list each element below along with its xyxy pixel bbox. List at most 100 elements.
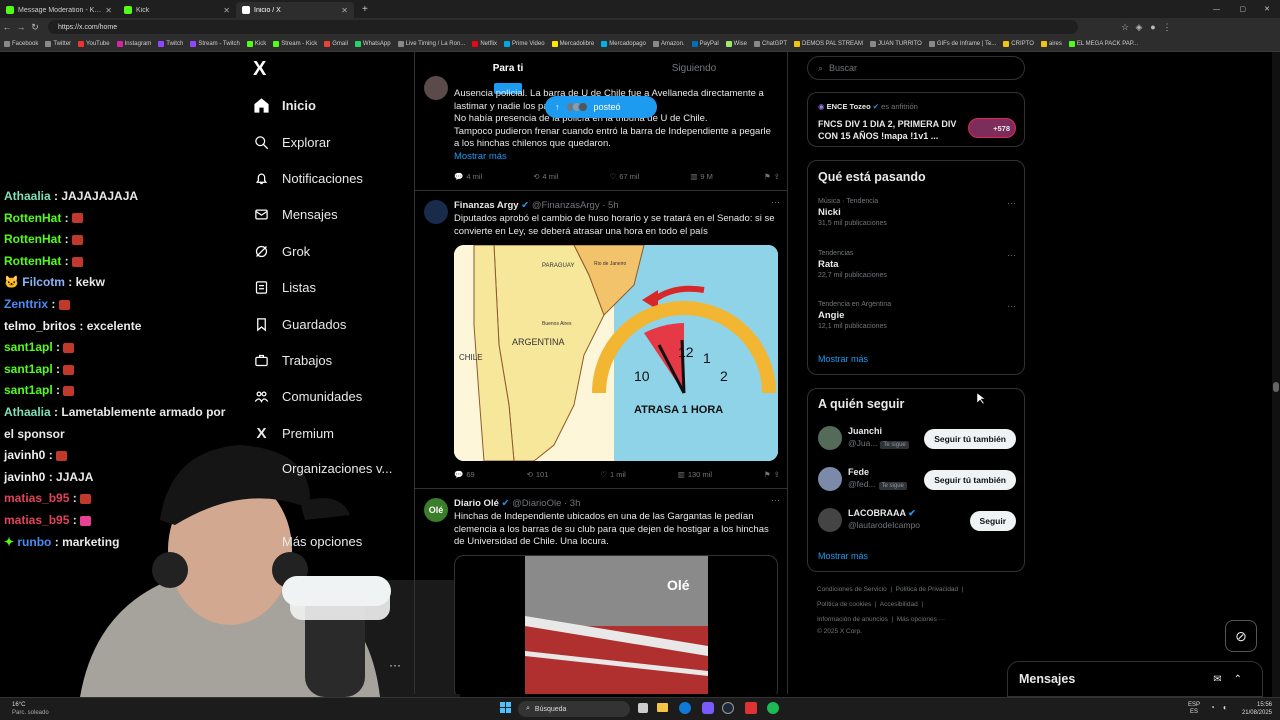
bookmark[interactable]: Gmail <box>324 40 348 47</box>
avatar[interactable] <box>818 467 842 491</box>
bookmark[interactable]: Twitch <box>158 40 183 47</box>
tab-siguiendo[interactable]: Siguiendo <box>601 52 787 86</box>
search-box[interactable]: ⌕ Buscar <box>807 56 1025 80</box>
close-icon[interactable]: ✕ <box>341 6 348 15</box>
menu-icon[interactable]: ⋮ <box>1160 22 1174 33</box>
file-explorer-icon[interactable] <box>657 703 668 712</box>
grok-float-button[interactable]: ⊘ <box>1225 620 1257 652</box>
bookmark[interactable]: ChatGPT <box>754 40 787 47</box>
nav-premium[interactable]: X Premium <box>253 425 334 442</box>
weather-widget[interactable]: 16°C Parc. soleado <box>12 701 49 717</box>
new-tab-icon[interactable]: + <box>362 4 368 15</box>
share-icon[interactable]: ⇪ <box>774 470 780 479</box>
show-more-link[interactable]: Mostrar más <box>818 354 868 364</box>
trend-item[interactable]: Tendencia en Argentina Angie 12,1 mil pu… <box>818 301 1016 330</box>
author-handle[interactable]: @FinanzasArgy · 5h <box>532 200 619 211</box>
app-icon[interactable] <box>745 702 757 714</box>
chat-username[interactable]: RottenHat <box>4 211 61 225</box>
forward-icon[interactable]: → <box>14 22 28 32</box>
footer-link[interactable]: Condiciones de Servicio <box>817 586 887 593</box>
trend-item[interactable]: Música · Tendencia Nicki 31,5 mil public… <box>818 198 1016 227</box>
x-logo[interactable]: X <box>253 58 266 81</box>
avatar[interactable] <box>424 200 448 224</box>
volume-icon[interactable]: ◖ <box>1222 703 1227 712</box>
follow-back-button[interactable]: Seguir tú también <box>924 470 1016 490</box>
nav-notificaciones[interactable]: Notificaciones <box>253 170 363 187</box>
close-window-icon[interactable]: ✕ <box>1264 5 1270 13</box>
bookmark[interactable]: EL MEGA PACK PAP... <box>1068 40 1138 47</box>
chat-username[interactable]: RottenHat <box>4 232 61 246</box>
repost-button[interactable]: ⟲ 101 <box>527 470 549 479</box>
bookmark[interactable]: Wise <box>725 40 747 47</box>
bookmark[interactable]: Stream - Twitch <box>190 40 240 47</box>
bookmark[interactable]: Facebook <box>4 40 38 47</box>
more-options-icon[interactable]: ··· <box>771 197 780 207</box>
url-field[interactable]: https://x.com/home <box>48 20 1078 34</box>
new-message-icon[interactable]: ✉ <box>1213 674 1221 685</box>
windows-start-icon[interactable] <box>500 702 512 714</box>
nav-guardados[interactable]: Guardados <box>253 316 346 333</box>
maximize-icon[interactable]: ▢ <box>1239 5 1246 13</box>
tab-kick[interactable]: Kick ✕ <box>118 2 236 18</box>
avatar[interactable] <box>424 76 448 100</box>
views-button[interactable]: ▥ 130 mil <box>678 470 712 479</box>
bookmark[interactable]: Stream - Kick <box>273 40 317 47</box>
bookmark[interactable]: Twitter <box>45 40 71 47</box>
new-posts-pill[interactable]: ↑ posteó <box>545 96 657 118</box>
show-more-link[interactable]: Mostrar más <box>454 151 780 164</box>
bookmark[interactable]: Netflix <box>472 40 497 47</box>
expand-up-icon[interactable]: ⌃ <box>1234 674 1242 685</box>
nav-explorar[interactable]: Explorar <box>253 134 330 151</box>
footer-link[interactable]: Información de anuncios <box>817 616 888 623</box>
bookmark[interactable]: JUAN TURRITO <box>870 40 922 47</box>
chat-username[interactable]: telmo_britos <box>4 319 76 333</box>
more-options-icon[interactable]: ··· <box>1007 301 1016 311</box>
live-space-card[interactable]: ◉ ENCE Tozeo ✔ es anfitrión FNCS DIV 1 D… <box>807 92 1025 147</box>
more-options-icon[interactable]: ··· <box>1007 250 1016 260</box>
task-view-icon[interactable] <box>638 703 648 713</box>
follow-suggestion[interactable]: Fede @fed... Te sigue Seguir tú también <box>818 465 1016 493</box>
show-more-link[interactable]: Mostrar más <box>818 551 868 561</box>
bookmark[interactable]: WhatsApp <box>354 40 391 47</box>
tab-inicio-x[interactable]: Inicio / X ✕ <box>236 2 354 18</box>
extensions-icon[interactable]: ◈ <box>1132 22 1146 33</box>
nav-inicio[interactable]: Inicio <box>253 97 316 114</box>
scrollbar-thumb[interactable] <box>1273 382 1279 392</box>
minimize-icon[interactable]: — <box>1213 6 1220 13</box>
close-icon[interactable]: ✕ <box>105 6 112 15</box>
bookmark[interactable]: Live Timing / La Ron... <box>397 40 465 47</box>
follow-button[interactable]: Seguir <box>969 511 1016 531</box>
messages-dock[interactable]: Mensajes ✉ ⌃ <box>1007 661 1263 697</box>
close-icon[interactable]: ✕ <box>223 6 230 15</box>
footer-link[interactable]: Más opciones ··· <box>897 616 945 623</box>
reload-icon[interactable]: ↻ <box>28 22 42 33</box>
views-button[interactable]: ▥ 9 M <box>690 172 713 181</box>
suggestion-name[interactable]: Juanchi <box>848 426 882 436</box>
chat-username[interactable]: sant1apl <box>4 362 53 376</box>
bookmark-button[interactable]: ⚑ ⇪ <box>764 172 780 181</box>
bookmark[interactable]: Mercadopago <box>601 40 646 47</box>
nav-grok[interactable]: Grok <box>253 243 310 260</box>
page-scrollbar[interactable] <box>1272 52 1280 697</box>
language-indicator[interactable]: ESP ES <box>1188 702 1200 716</box>
account-menu-icon[interactable]: ··· <box>389 658 401 672</box>
chat-username[interactable]: sant1apl <box>4 340 53 354</box>
nav-listas[interactable]: Listas <box>253 279 316 296</box>
avatar[interactable] <box>818 508 842 532</box>
more-options-icon[interactable]: ··· <box>771 495 780 505</box>
profile-icon[interactable]: ● <box>1146 22 1160 32</box>
nav-mas-opciones[interactable]: Más opciones <box>282 534 362 549</box>
spotify-icon[interactable] <box>767 702 779 714</box>
post-button[interactable] <box>282 576 391 606</box>
nav-organizaciones[interactable]: Organizaciones v... <box>282 461 392 476</box>
chat-username[interactable]: Filcotm <box>22 275 65 289</box>
bookmark[interactable]: Amazon. <box>652 40 685 47</box>
bookmark[interactable]: Instagram <box>116 40 151 47</box>
bookmark-button[interactable]: ⚑ ⇪ <box>764 470 780 479</box>
bookmark[interactable]: Mercadolibre <box>551 40 594 47</box>
avatar[interactable] <box>818 426 842 450</box>
footer-link[interactable]: Accesibilidad <box>880 601 918 608</box>
clock[interactable]: 15:56 21/08/2025 <box>1240 701 1272 717</box>
tab-kick-dashboard[interactable]: Message Moderation - Kick Dashb ✕ <box>0 2 118 18</box>
follow-suggestion[interactable]: Juanchi @Jua... Te sigue Seguir tú tambié… <box>818 424 1016 452</box>
